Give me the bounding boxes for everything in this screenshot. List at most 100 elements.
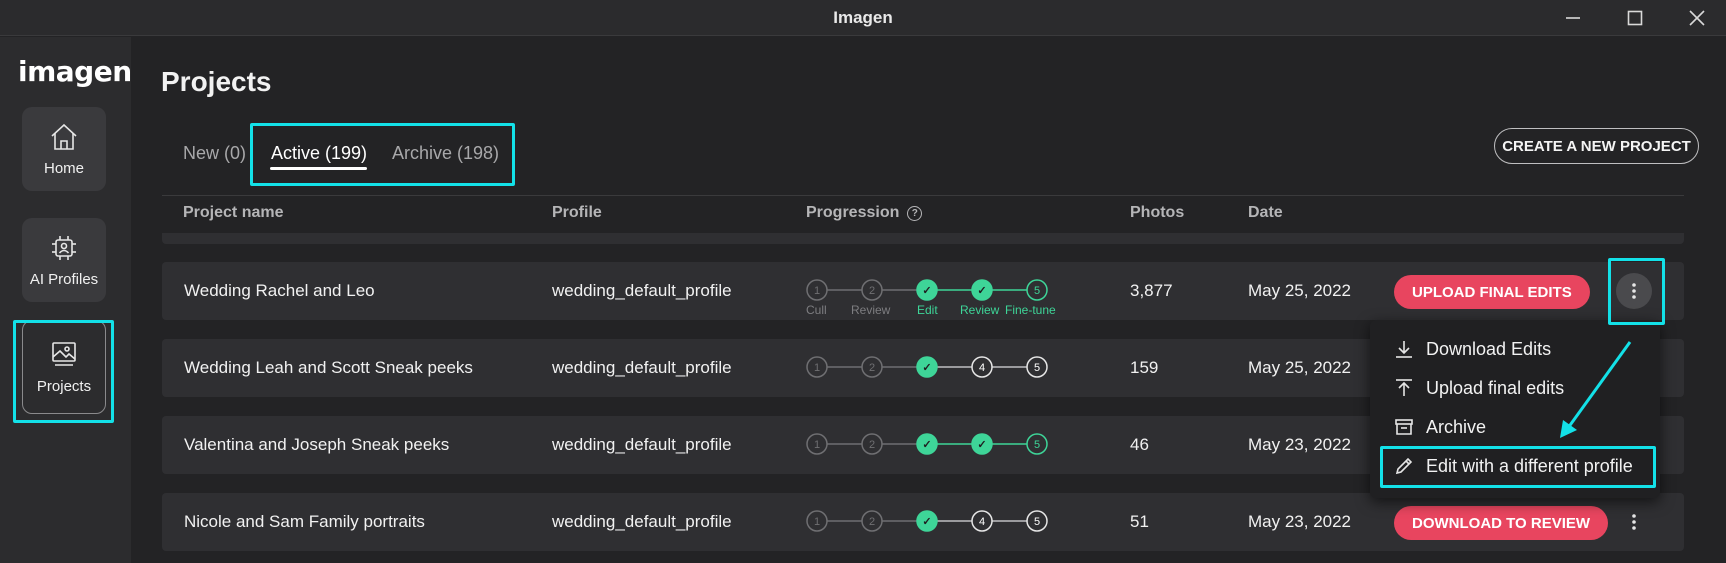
project-date: May 25, 2022 <box>1248 358 1352 377</box>
table-row[interactable]: Nicole and Sam Family portraits wedding_d… <box>162 493 1684 551</box>
close-button[interactable] <box>1672 3 1722 33</box>
project-date: May 23, 2022 <box>1248 435 1352 454</box>
progression-tracker: 1 2 ✓ ✓ 5 <box>805 416 1085 474</box>
home-icon <box>51 123 77 150</box>
header-divider <box>162 195 1684 196</box>
photo-count: 3,877 <box>1130 281 1173 300</box>
project-context-menu: Download Edits Upload final edits Archiv… <box>1370 320 1660 498</box>
create-new-project-button[interactable]: CREATE A NEW PROJECT <box>1494 128 1699 164</box>
column-header-project-name[interactable]: Project name <box>183 204 283 222</box>
progression-tracker: 1 2 ✓ ✓ 5 Cull Review Edit Review Fine-tune <box>805 262 1085 320</box>
progression-tracker: 1 2 ✓ 4 5 <box>805 339 1085 397</box>
tab-new[interactable]: New (0) <box>183 143 246 164</box>
progress-step-label: ✓ <box>922 516 931 528</box>
progress-step-label: ✓ <box>922 285 931 297</box>
menu-item-edit-with-different-profile[interactable]: Edit with a different profile <box>1394 449 1633 483</box>
menu-item-download-edits[interactable]: Download Edits <box>1394 332 1551 366</box>
photo-count: 46 <box>1130 435 1149 454</box>
progress-step-caption: Review <box>851 303 891 317</box>
page-title: Projects <box>161 66 272 97</box>
row-more-options-button[interactable] <box>1616 504 1652 540</box>
table-row[interactable]: Wedding Rachel and Leo wedding_default_pr… <box>162 262 1684 320</box>
title-bar: Imagen <box>0 0 1726 36</box>
minimize-button[interactable] <box>1548 3 1598 33</box>
sidebar-item-ai-profiles[interactable]: AI Profiles <box>22 218 106 302</box>
menu-item-upload-final-edits[interactable]: Upload final edits <box>1394 371 1564 405</box>
menu-item-archive[interactable]: Archive <box>1394 410 1486 444</box>
column-header-progression-label: Progression <box>806 204 900 221</box>
project-name: Valentina and Joseph Sneak peeks <box>184 435 450 454</box>
close-icon <box>1689 10 1705 26</box>
progress-step-label: ✓ <box>977 285 986 297</box>
table-row-partial <box>162 233 1684 244</box>
active-tab-indicator <box>270 167 367 170</box>
maximize-button[interactable] <box>1610 3 1660 33</box>
progress-step-label: 1 <box>814 516 820 528</box>
progress-step-label: 4 <box>979 362 985 374</box>
kebab-menu-icon <box>1632 514 1636 530</box>
photo-count: 51 <box>1130 512 1149 531</box>
menu-item-label: Upload final edits <box>1426 377 1565 398</box>
progress-step-caption: Cull <box>806 303 827 317</box>
project-name: Wedding Leah and Scott Sneak peeks <box>184 358 473 377</box>
project-name: Nicole and Sam Family portraits <box>184 512 425 531</box>
tab-active[interactable]: Active (199) <box>271 143 367 164</box>
progress-step-label: 5 <box>1034 516 1040 528</box>
progress-step-caption: Fine-tune <box>1005 303 1056 317</box>
download-icon <box>1396 341 1412 358</box>
progress-step-label: 4 <box>979 516 985 528</box>
progress-step-label: 5 <box>1034 362 1040 374</box>
sidebar-item-label: Projects <box>36 377 92 395</box>
imagen-logo: imagen <box>18 55 132 88</box>
column-header-photos[interactable]: Photos <box>1130 204 1184 222</box>
sidebar-item-projects[interactable]: Projects <box>22 320 106 414</box>
project-profile: wedding_default_profile <box>552 512 732 531</box>
project-date: May 23, 2022 <box>1248 512 1352 531</box>
column-header-progression[interactable]: Progression? <box>806 204 923 222</box>
ai-chip-icon <box>52 235 76 260</box>
progress-step-caption: Edit <box>917 303 938 317</box>
progress-step-label: 1 <box>814 362 820 374</box>
sidebar-item-label: Home <box>43 159 84 177</box>
project-profile: wedding_default_profile <box>552 358 732 377</box>
progression-tracker: 1 2 ✓ 4 5 <box>805 493 1085 551</box>
tab-archive[interactable]: Archive (198) <box>392 143 499 164</box>
column-header-profile[interactable]: Profile <box>552 204 602 222</box>
project-profile: wedding_default_profile <box>552 435 732 454</box>
sidebar-item-label: AI Profiles <box>29 270 99 288</box>
progress-step-label: 2 <box>869 285 875 297</box>
photo-count: 159 <box>1130 358 1159 377</box>
minimize-icon <box>1566 17 1580 19</box>
progress-step-label: 2 <box>869 516 875 528</box>
kebab-menu-icon <box>1632 283 1636 299</box>
project-date: May 25, 2022 <box>1248 281 1352 300</box>
progress-step-label: 5 <box>1034 285 1040 297</box>
upload-final-edits-button[interactable]: UPLOAD FINAL EDITS <box>1394 275 1590 309</box>
row-more-options-button[interactable] <box>1616 273 1652 309</box>
menu-item-label: Edit with a different profile <box>1426 455 1633 476</box>
progress-step-label: ✓ <box>922 439 931 451</box>
window-title: Imagen <box>833 8 893 27</box>
archive-icon <box>1395 419 1413 435</box>
maximize-icon <box>1627 10 1643 26</box>
project-profile: wedding_default_profile <box>552 281 732 300</box>
sidebar: imagen Home AI Profiles Projects <box>0 37 132 563</box>
progress-step-label: ✓ <box>977 439 986 451</box>
sidebar-item-home[interactable]: Home <box>22 107 106 191</box>
progress-step-label: ✓ <box>922 362 931 374</box>
menu-item-label: Download Edits <box>1426 338 1552 359</box>
progress-step-label: 2 <box>869 362 875 374</box>
progress-step-label: 1 <box>814 439 820 451</box>
help-icon[interactable]: ? <box>907 206 923 221</box>
menu-item-label: Archive <box>1426 416 1487 437</box>
project-name: Wedding Rachel and Leo <box>184 281 375 300</box>
progress-step-label: 5 <box>1034 439 1040 451</box>
upload-icon <box>1396 379 1412 396</box>
progress-step-caption: Review <box>960 303 1000 317</box>
progress-step-label: 1 <box>814 285 820 297</box>
pencil-icon <box>1395 457 1413 475</box>
download-to-review-button[interactable]: DOWNLOAD TO REVIEW <box>1394 506 1609 540</box>
projects-image-icon <box>52 341 76 366</box>
column-header-date[interactable]: Date <box>1248 204 1283 222</box>
progress-step-label: 2 <box>869 439 875 451</box>
